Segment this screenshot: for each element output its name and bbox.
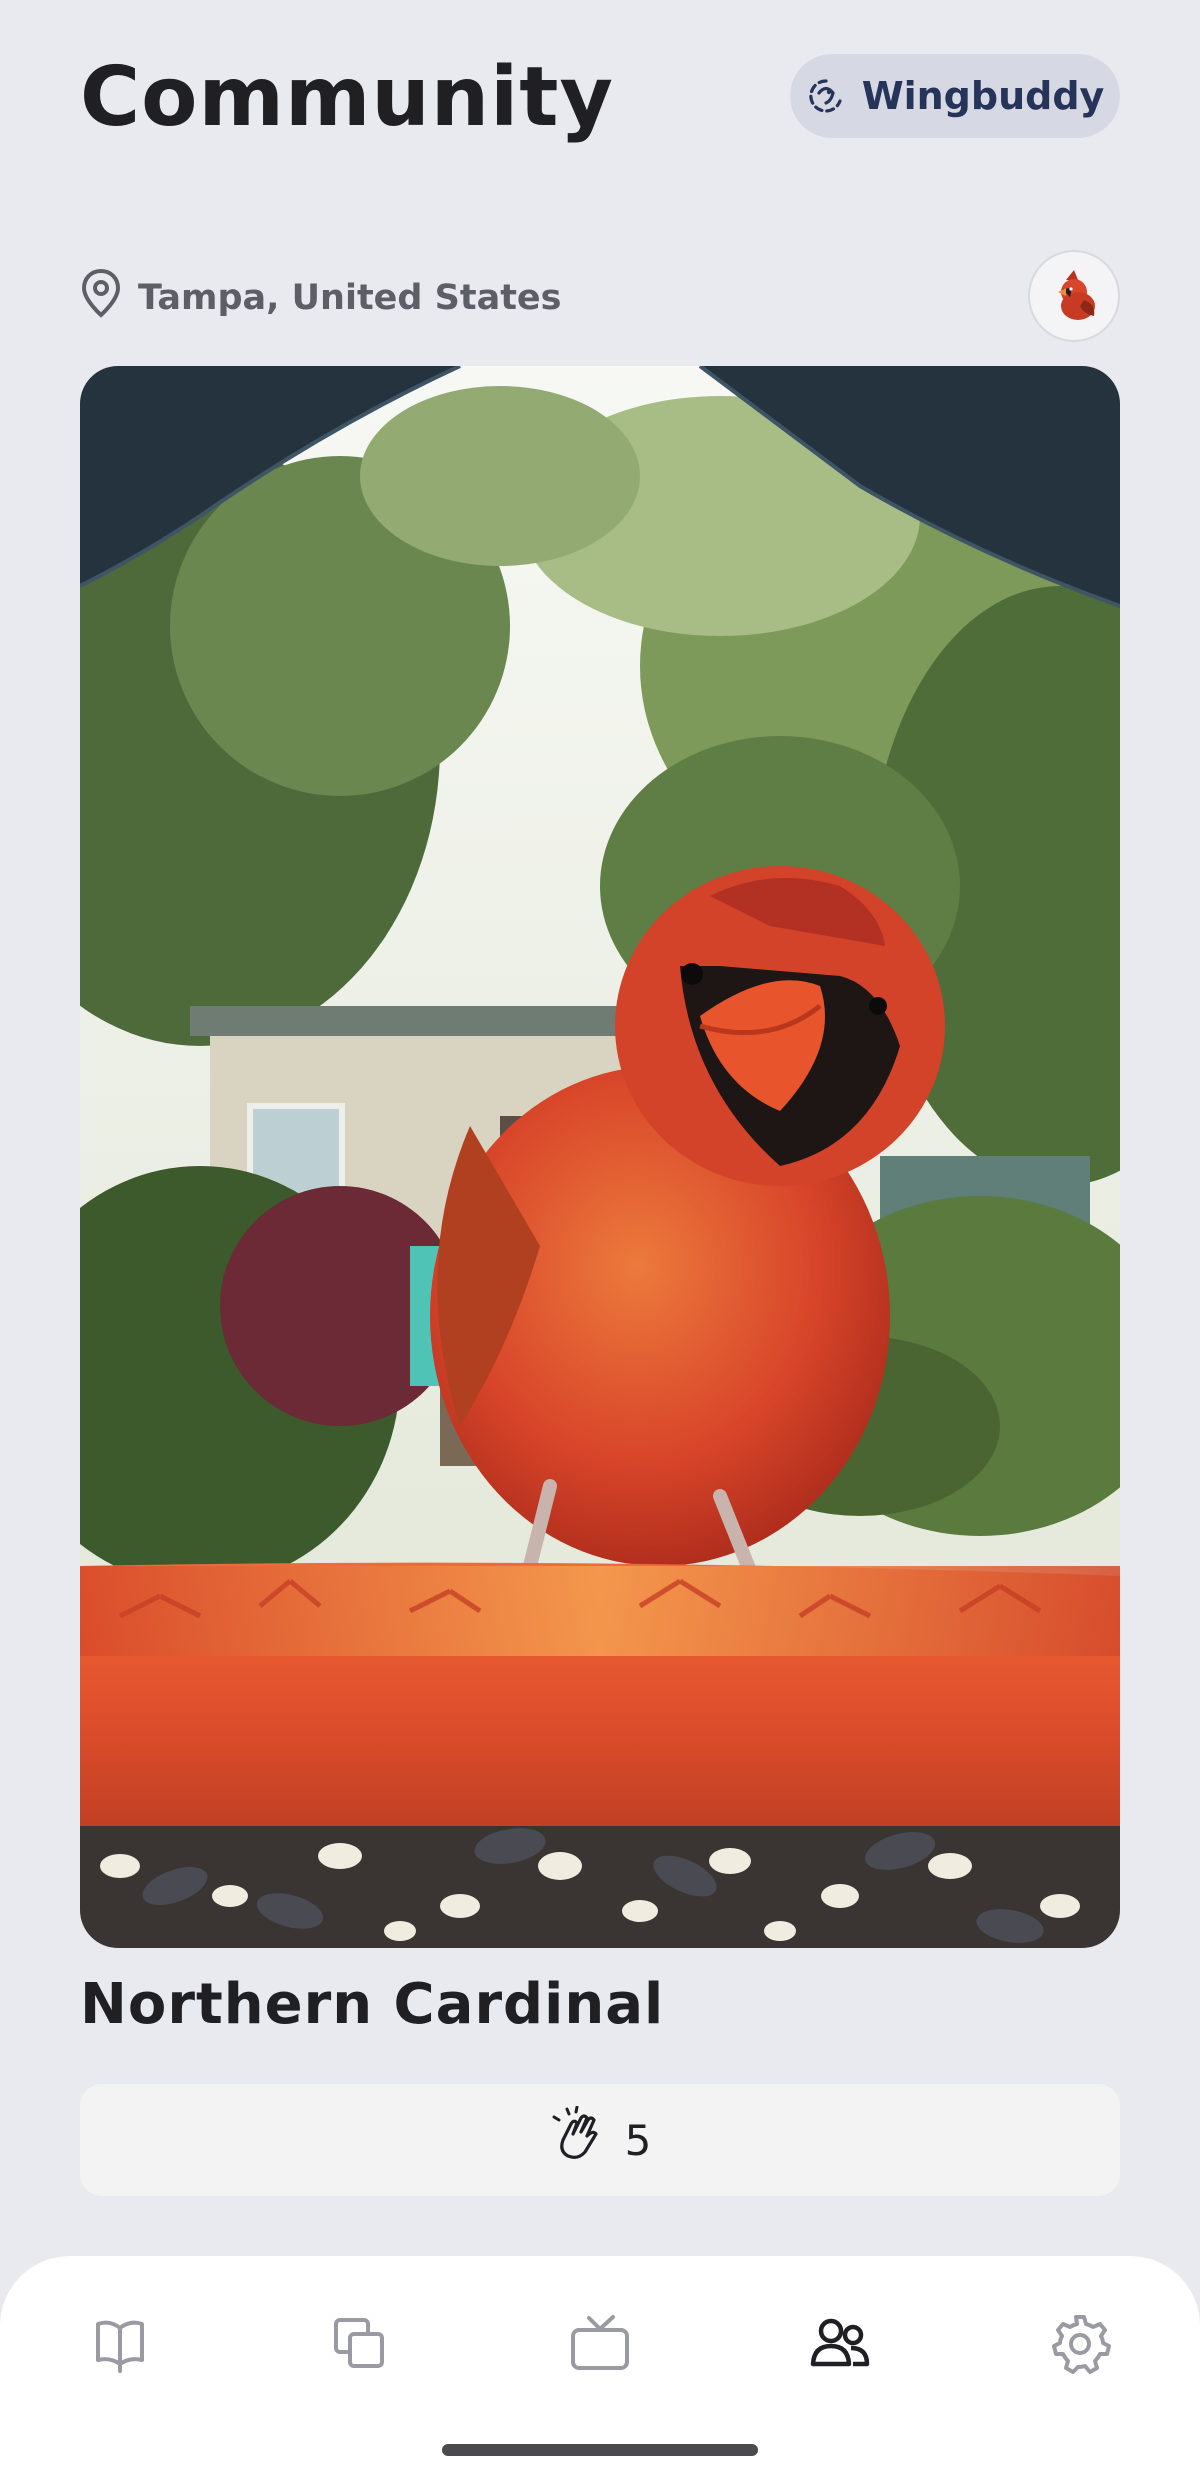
- species-name: Northern Cardinal: [80, 1972, 665, 2037]
- clap-button[interactable]: 5: [80, 2084, 1120, 2196]
- tab-book[interactable]: [80, 2306, 160, 2386]
- post-meta: Tampa, United States: [80, 250, 1120, 342]
- tab-settings[interactable]: [1040, 2306, 1120, 2386]
- tab-community[interactable]: [800, 2306, 880, 2386]
- location-pin-icon: [80, 268, 122, 327]
- bird-photo[interactable]: [80, 366, 1120, 1948]
- gallery-icon: [330, 2314, 390, 2378]
- cardinal-avatar-icon[interactable]: [1028, 250, 1120, 342]
- page-title: Community: [80, 50, 614, 145]
- tab-tv[interactable]: [560, 2306, 640, 2386]
- settings-icon: [1049, 2313, 1111, 2379]
- header: Community Wingbuddy: [80, 48, 1120, 148]
- tab-gallery[interactable]: [320, 2306, 400, 2386]
- wingbuddy-button[interactable]: Wingbuddy: [790, 54, 1120, 138]
- location-text: Tampa, United States: [138, 277, 562, 318]
- clapping-hands-icon: [549, 2105, 607, 2174]
- wingbuddy-label: Wingbuddy: [861, 74, 1105, 118]
- wingbuddy-icon: [806, 76, 846, 116]
- location: Tampa, United States: [80, 268, 562, 327]
- tv-icon: [569, 2314, 631, 2378]
- bottom-tab-bar: [0, 2256, 1200, 2484]
- community-icon: [809, 2314, 871, 2378]
- home-indicator[interactable]: [442, 2444, 758, 2456]
- clap-count: 5: [624, 2115, 652, 2165]
- book-icon: [90, 2314, 150, 2378]
